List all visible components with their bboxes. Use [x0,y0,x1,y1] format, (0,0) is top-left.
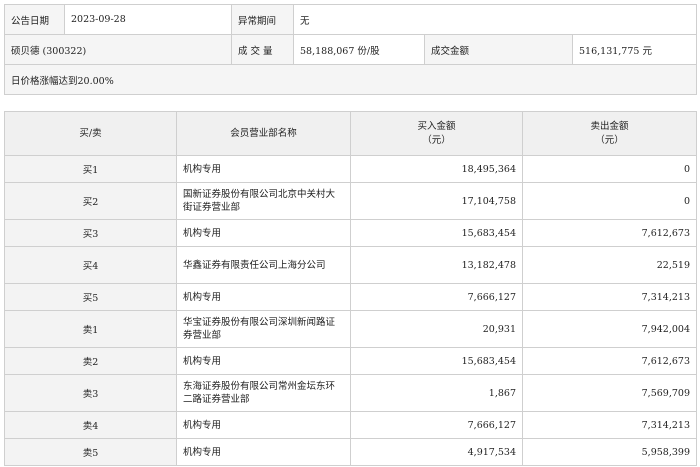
sell-amount: 5,958,399 [522,438,697,466]
table-row: 买2 国新证券股份有限公司北京中关村大街证券营业部 17,104,758 0 [4,182,697,220]
seat-name: 机构专用 [176,347,351,375]
info-row-stock: 硕贝德 (300322) 成 交 量 58,188,067 份/股 成交金额 5… [4,34,698,65]
sell-amount: 7,569,709 [522,374,697,412]
buy-amount: 15,683,454 [350,347,523,375]
table-row: 卖1 华宝证券股份有限公司深圳新闻路证券营业部 20,931 7,942,004 [4,310,697,348]
header-sell-line-1: 卖出金额 [590,120,629,132]
amount-label: 成交金额 [424,34,573,65]
seat-name: 华宝证券股份有限公司深圳新闻路证券营业部 [176,310,351,348]
header-buy-line-2: （元） [422,134,451,146]
trading-seats-table: 买/卖 会员营业部名称 买入金额 （元） 卖出金额 （元） 买1 机构专用 18,495… [4,111,697,466]
table-row: 买5 机构专用 7,666,127 7,314,213 [4,283,697,311]
seat-side: 卖1 [4,310,177,348]
buy-amount: 20,931 [350,310,523,348]
table-row: 卖3 东海证券股份有限公司常州金坛东环二路证券营业部 1,867 7,569,709 [4,374,697,412]
table-row: 卖2 机构专用 15,683,454 7,612,673 [4,347,697,375]
volume-label: 成 交 量 [231,34,294,65]
buy-amount: 7,666,127 [350,283,523,311]
info-row-date: 公告日期 2023-09-28 异常期间 无 [4,4,698,35]
buy-amount: 7,666,127 [350,411,523,439]
sell-amount: 7,314,213 [522,283,697,311]
table-row: 卖4 机构专用 7,666,127 7,314,213 [4,411,697,439]
header-name: 会员营业部名称 [176,111,351,156]
sell-amount: 0 [522,182,697,220]
buy-amount: 4,917,534 [350,438,523,466]
seat-name: 华鑫证券有限责任公司上海分公司 [176,246,351,284]
seat-name: 国新证券股份有限公司北京中关村大街证券营业部 [176,182,351,220]
header-sell: 卖出金额 （元） [522,111,697,156]
seat-side: 买5 [4,283,177,311]
period-label: 异常期间 [231,4,294,35]
seat-side: 买3 [4,219,177,247]
buy-amount: 18,495,364 [350,155,523,183]
sell-amount: 7,942,004 [522,310,697,348]
sell-amount: 7,314,213 [522,411,697,439]
seat-side: 买1 [4,155,177,183]
date-value: 2023-09-28 [64,4,232,35]
buy-amount: 1,867 [350,374,523,412]
date-label: 公告日期 [4,4,65,35]
volume-value: 58,188,067 份/股 [293,34,425,65]
reason-text: 日价格涨幅达到20.00% [3,64,698,95]
seat-side: 卖4 [4,411,177,439]
stock-info-table: 公告日期 2023-09-28 异常期间 无 硕贝德 (300322) 成 交 … [3,4,698,95]
table-row: 买1 机构专用 18,495,364 0 [4,155,697,183]
sell-amount: 7,612,673 [522,219,697,247]
seat-name: 机构专用 [176,155,351,183]
seat-side: 买4 [4,246,177,284]
buy-amount: 15,683,454 [350,219,523,247]
header-buy-line-1: 买入金额 [417,120,456,132]
table-row: 买3 机构专用 15,683,454 7,612,673 [4,219,697,247]
seat-name: 机构专用 [176,219,351,247]
amount-value: 516,131,775 元 [571,34,698,65]
sell-amount: 7,612,673 [522,347,697,375]
seat-name: 机构专用 [176,411,351,439]
info-row-reason: 日价格涨幅达到20.00% [3,64,698,95]
buy-amount: 17,104,758 [350,182,523,220]
buy-amount: 13,182,478 [350,246,523,284]
header-sell-line-2: （元） [595,134,624,146]
seat-name: 机构专用 [176,283,351,311]
header-buy: 买入金额 （元） [350,111,523,156]
seat-name: 东海证券股份有限公司常州金坛东环二路证券营业部 [176,374,351,412]
seat-side: 卖5 [4,438,177,466]
table-row: 卖5 机构专用 4,917,534 5,958,399 [4,438,697,466]
table-row: 买4 华鑫证券有限责任公司上海分公司 13,182,478 22,519 [4,246,697,284]
sell-amount: 0 [522,155,697,183]
table-header-row: 买/卖 会员营业部名称 买入金额 （元） 卖出金额 （元） [4,111,697,156]
seat-name: 机构专用 [176,438,351,466]
sell-amount: 22,519 [522,246,697,284]
stock-name: 硕贝德 (300322) [4,34,232,65]
header-side: 买/卖 [4,111,177,156]
seat-side: 买2 [4,182,177,220]
seat-side: 卖2 [4,347,177,375]
period-value: 无 [292,4,698,35]
seat-side: 卖3 [4,374,177,412]
